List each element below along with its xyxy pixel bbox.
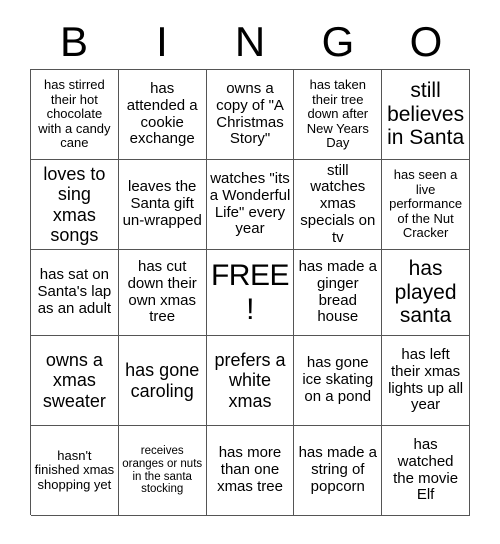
bingo-cell-label: has made a ginger bread house bbox=[298, 257, 377, 326]
bingo-cell[interactable]: still watches xmas specials on tv bbox=[294, 160, 383, 250]
bingo-cell[interactable]: loves to sing xmas songs bbox=[31, 160, 119, 250]
bingo-cell[interactable]: has seen a live performance of the Nut C… bbox=[382, 160, 470, 250]
bingo-cell[interactable]: has played santa bbox=[382, 250, 470, 336]
bingo-cell-label: loves to sing xmas songs bbox=[43, 164, 106, 245]
bingo-cell-label: has attended a cookie exchange bbox=[126, 79, 198, 148]
bingo-cell-label: owns a copy of "A Christmas Story" bbox=[216, 79, 284, 148]
bingo-cell-label: still watches xmas specials on tv bbox=[300, 161, 376, 246]
header-letter-o: O bbox=[409, 17, 443, 65]
bingo-cell[interactable]: prefers a white xmas bbox=[206, 336, 295, 426]
bingo-cell[interactable]: has watched the movie Elf bbox=[382, 426, 470, 516]
header-letter-i: I bbox=[156, 17, 168, 65]
bingo-cell[interactable]: still believes in Santa bbox=[382, 70, 470, 160]
bingo-cell[interactable]: has attended a cookie exchange bbox=[118, 70, 207, 160]
bingo-cell-label: has cut down their own xmas tree bbox=[127, 257, 197, 326]
header-letter-b: B bbox=[59, 17, 88, 65]
header-letter-n: N bbox=[234, 17, 266, 65]
bingo-header: B I N G O bbox=[30, 14, 470, 69]
bingo-cell-label: has gone ice skating on a pond bbox=[302, 354, 374, 405]
bingo-cell[interactable]: watches "its a Wonderful Life" every yea… bbox=[206, 160, 295, 250]
bingo-cell-label: FREE! bbox=[210, 258, 290, 326]
bingo-cell[interactable]: has sat on Santa's lap as an adult bbox=[31, 250, 119, 336]
bingo-cell-label: has seen a live performance of the Nut C… bbox=[389, 167, 463, 241]
bingo-cell[interactable]: has more than one xmas tree bbox=[206, 426, 295, 516]
bingo-grid: has stirred their hot chocolate with a c… bbox=[30, 69, 470, 516]
bingo-cell-label: prefers a white xmas bbox=[214, 350, 286, 411]
bingo-cell-label: owns a xmas sweater bbox=[42, 350, 106, 411]
bingo-cell[interactable]: owns a copy of "A Christmas Story" bbox=[206, 70, 295, 160]
bingo-cell[interactable]: has made a string of popcorn bbox=[294, 426, 383, 516]
bingo-cell[interactable]: receives oranges or nuts in the santa st… bbox=[118, 426, 207, 516]
bingo-cell[interactable]: owns a xmas sweater bbox=[31, 336, 119, 426]
bingo-cell-label: has gone caroling bbox=[125, 360, 200, 401]
bingo-cell-label: has left their xmas lights up all year bbox=[388, 345, 464, 414]
bingo-cell-label: has more than one xmas tree bbox=[217, 444, 283, 495]
bingo-cell-label: has stirred their hot chocolate with a c… bbox=[38, 77, 111, 151]
bingo-cell-label: has sat on Santa's lap as an adult bbox=[37, 266, 112, 317]
bingo-cell-label: has taken their tree down after New Year… bbox=[306, 77, 369, 151]
bingo-cell-label: leaves the Santa gift un-wrapped bbox=[122, 178, 202, 229]
bingo-cell[interactable]: has gone ice skating on a pond bbox=[294, 336, 383, 426]
bingo-cell[interactable]: leaves the Santa gift un-wrapped bbox=[118, 160, 207, 250]
bingo-cell[interactable]: has stirred their hot chocolate with a c… bbox=[31, 70, 119, 160]
bingo-cell-label: receives oranges or nuts in the santa st… bbox=[122, 444, 203, 496]
bingo-cell-label: watches "its a Wonderful Life" every yea… bbox=[209, 169, 291, 238]
bingo-card: B I N G O has stirred their hot chocolat… bbox=[0, 0, 500, 544]
bingo-cell[interactable]: has left their xmas lights up all year bbox=[382, 336, 470, 426]
bingo-cell-label: has played santa bbox=[394, 257, 457, 328]
header-letter-g: G bbox=[321, 17, 355, 65]
bingo-cell[interactable]: has gone caroling bbox=[118, 336, 207, 426]
bingo-cell[interactable]: has made a ginger bread house bbox=[294, 250, 383, 336]
bingo-cell-label: still believes in Santa bbox=[387, 79, 465, 150]
bingo-cell-label: has watched the movie Elf bbox=[393, 435, 459, 504]
bingo-cell-free[interactable]: FREE! bbox=[206, 250, 295, 336]
bingo-cell-label: has made a string of popcorn bbox=[298, 444, 377, 495]
bingo-cell[interactable]: has taken their tree down after New Year… bbox=[294, 70, 383, 160]
bingo-cell[interactable]: hasn't finished xmas shopping yet bbox=[31, 426, 119, 516]
bingo-cell-label: hasn't finished xmas shopping yet bbox=[34, 447, 115, 492]
bingo-cell[interactable]: has cut down their own xmas tree bbox=[118, 250, 207, 336]
